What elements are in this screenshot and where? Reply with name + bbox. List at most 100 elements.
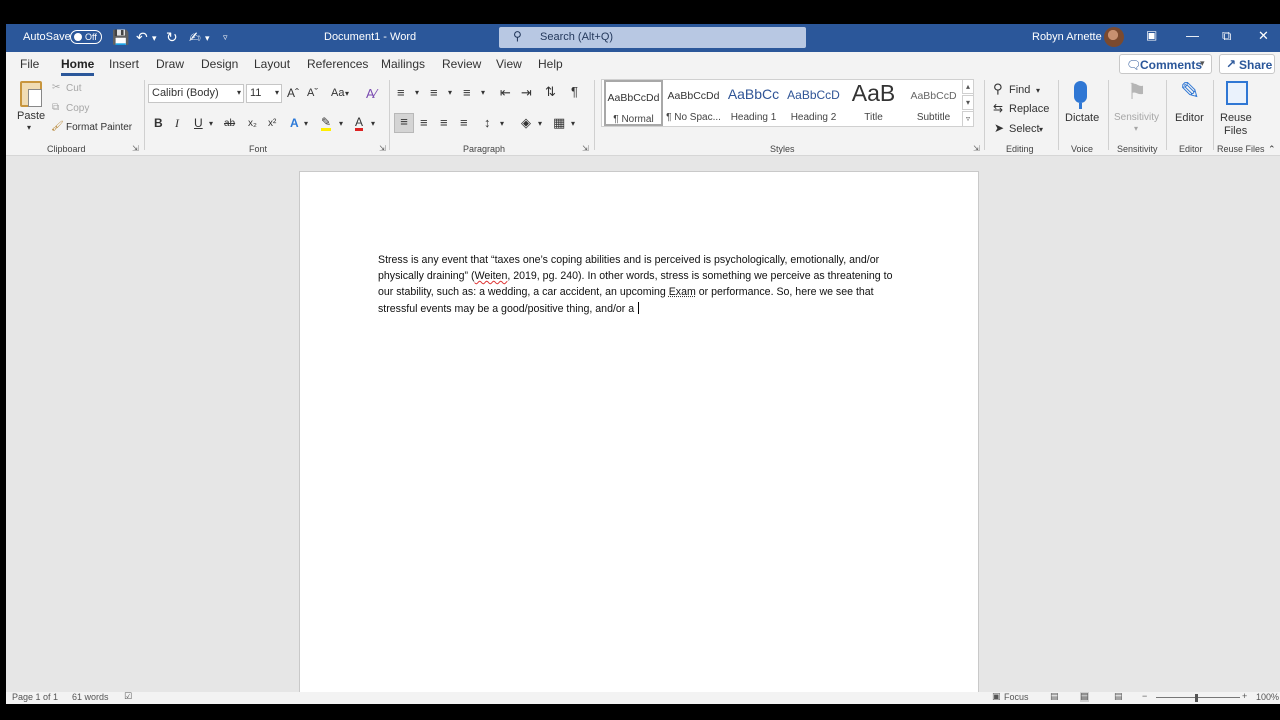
clipboard-launcher-icon[interactable]: ⇲ [132,144,139,153]
spelling-flagged-word[interactable]: Weiten [475,270,508,282]
avatar[interactable] [1104,27,1124,47]
increase-indent-icon[interactable]: ⇥ [521,85,532,101]
align-right-icon[interactable]: ≡ [440,115,448,130]
styles-scroll-down-icon[interactable]: ▾ [962,95,974,110]
borders-icon[interactable]: ▦ [553,115,565,131]
strikethrough-button[interactable]: ab [224,118,235,129]
focus-label[interactable]: Focus [1004,692,1029,702]
autosave-toggle[interactable]: Off [70,30,102,44]
comments-button[interactable]: 🗨 Comments ▾ [1119,54,1212,74]
styles-more-icon[interactable]: ▿ [962,111,974,127]
tab-layout[interactable]: Layout [254,57,290,71]
text-effects-icon[interactable]: A [290,116,299,130]
ribbon-display-options-icon[interactable]: ▣ [1146,28,1157,42]
undo-dropdown-icon[interactable]: ▾ [152,33,157,44]
grammar-flagged-word[interactable]: Exam [669,286,696,298]
format-painter-label[interactable]: Format Painter [66,122,132,133]
customize-qat-icon[interactable]: ▿ [223,32,228,43]
bold-button[interactable]: B [154,116,163,130]
align-left-icon[interactable]: ≡ [394,113,414,133]
tab-review[interactable]: Review [442,57,481,71]
close-icon[interactable]: ✕ [1258,28,1269,44]
select-cursor-icon[interactable]: ➤ [994,121,1004,135]
tab-file[interactable]: File [20,57,39,71]
styles-scroll-up-icon[interactable]: ▴ [962,79,974,94]
tab-help[interactable]: Help [538,57,563,71]
shrink-font-icon[interactable]: Aˇ [307,87,318,99]
numbering-icon[interactable]: ≡ [430,85,438,100]
bullets-icon[interactable]: ≡ [397,85,405,100]
cut-icon[interactable]: ✂ [52,82,60,93]
highlight-icon[interactable]: ✎ [321,116,332,131]
zoom-slider[interactable] [1156,697,1240,698]
style-normal[interactable]: AaBbCcDd ¶ Normal [604,80,663,126]
superscript-button[interactable]: x² [268,118,276,129]
save-icon[interactable]: 💾 [112,29,129,46]
collapse-ribbon-icon[interactable]: ⌃ [1268,144,1276,155]
format-painter-icon[interactable]: 🖌 [51,121,64,132]
find-label[interactable]: Find [1009,84,1030,96]
cut-label[interactable]: Cut [66,83,82,94]
web-layout-icon[interactable]: ▤ [1114,692,1123,702]
zoom-out-icon[interactable]: − [1142,692,1147,701]
minimize-icon[interactable]: — [1186,28,1199,43]
subscript-button[interactable]: x₂ [248,118,257,129]
sensitivity-button[interactable]: ⚑ Sensitivity ▾ [1113,79,1161,135]
styles-launcher-icon[interactable]: ⇲ [973,144,980,153]
copy-label[interactable]: Copy [66,103,89,114]
touch-dropdown-icon[interactable]: ▾ [205,33,210,44]
find-icon[interactable]: ⚲ [993,81,1003,97]
line-spacing-icon[interactable]: ↕ [484,115,491,130]
print-layout-icon[interactable]: ▤ [1080,692,1089,702]
font-color-icon[interactable]: A [355,116,364,131]
tab-references[interactable]: References [307,57,368,71]
select-label[interactable]: Select [1009,123,1040,135]
font-size-select[interactable]: 11 ▾ [246,84,282,103]
touch-mode-icon[interactable]: ✍ [189,29,201,46]
focus-icon[interactable]: ▣ [992,692,1001,702]
restore-icon[interactable]: ⧉ [1222,28,1231,44]
clear-formatting-icon[interactable]: A⁄ [366,86,377,101]
style-heading-1[interactable]: AaBbCc Heading 1 [724,80,783,126]
tab-draw[interactable]: Draw [156,57,184,71]
paste-button[interactable]: Paste ▾ [14,79,48,135]
tab-mailings[interactable]: Mailings [381,57,425,71]
zoom-level[interactable]: 100% [1256,692,1279,702]
document-page[interactable]: Stress is any event that “taxes one’s co… [299,171,979,704]
reuse-files-button[interactable]: Reuse Files [1216,79,1260,139]
tab-home[interactable]: Home [61,57,95,76]
style-no-spacing[interactable]: AaBbCcDd ¶ No Spac... [664,80,723,126]
user-name[interactable]: Robyn Arnette [1032,31,1102,43]
replace-label[interactable]: Replace [1009,103,1049,115]
copy-icon[interactable]: ⧉ [52,102,59,113]
zoom-in-icon[interactable]: + [1242,692,1247,701]
paragraph-launcher-icon[interactable]: ⇲ [582,144,589,153]
align-center-icon[interactable]: ≡ [420,115,428,130]
search-box[interactable]: ⚲ Search (Alt+Q) [499,27,806,48]
shading-icon[interactable]: ◈ [521,115,531,131]
redo-icon[interactable]: ↻ [166,29,178,46]
italic-button[interactable]: I [175,116,179,131]
dictate-button[interactable]: Dictate [1064,79,1100,135]
undo-icon[interactable]: ↶ [136,29,148,46]
word-count[interactable]: 61 words [72,692,109,702]
read-mode-icon[interactable]: ▤ [1050,692,1059,702]
share-button[interactable]: ↗ Share [1219,54,1275,74]
multilevel-list-icon[interactable]: ≡ [463,85,471,100]
style-heading-2[interactable]: AaBbCcD Heading 2 [784,80,843,126]
style-subtitle[interactable]: AaBbCcD Subtitle [904,80,963,126]
sort-icon[interactable]: ⇅ [545,84,556,100]
underline-button[interactable]: U [194,116,203,130]
tab-view[interactable]: View [496,57,522,71]
show-formatting-icon[interactable]: ¶ [571,84,578,99]
proofing-icon[interactable]: ☑ [124,692,132,702]
replace-icon[interactable]: ⇆ [993,101,1003,115]
justify-icon[interactable]: ≡ [460,115,468,130]
tab-design[interactable]: Design [201,57,238,71]
editor-button[interactable]: ✎ Editor [1172,78,1212,135]
decrease-indent-icon[interactable]: ⇤ [500,85,511,101]
document-body-text[interactable]: Stress is any event that “taxes one’s co… [378,252,898,317]
grow-font-icon[interactable]: Aˆ [287,86,299,100]
style-title[interactable]: AaB Title [844,80,903,126]
font-launcher-icon[interactable]: ⇲ [379,144,386,153]
